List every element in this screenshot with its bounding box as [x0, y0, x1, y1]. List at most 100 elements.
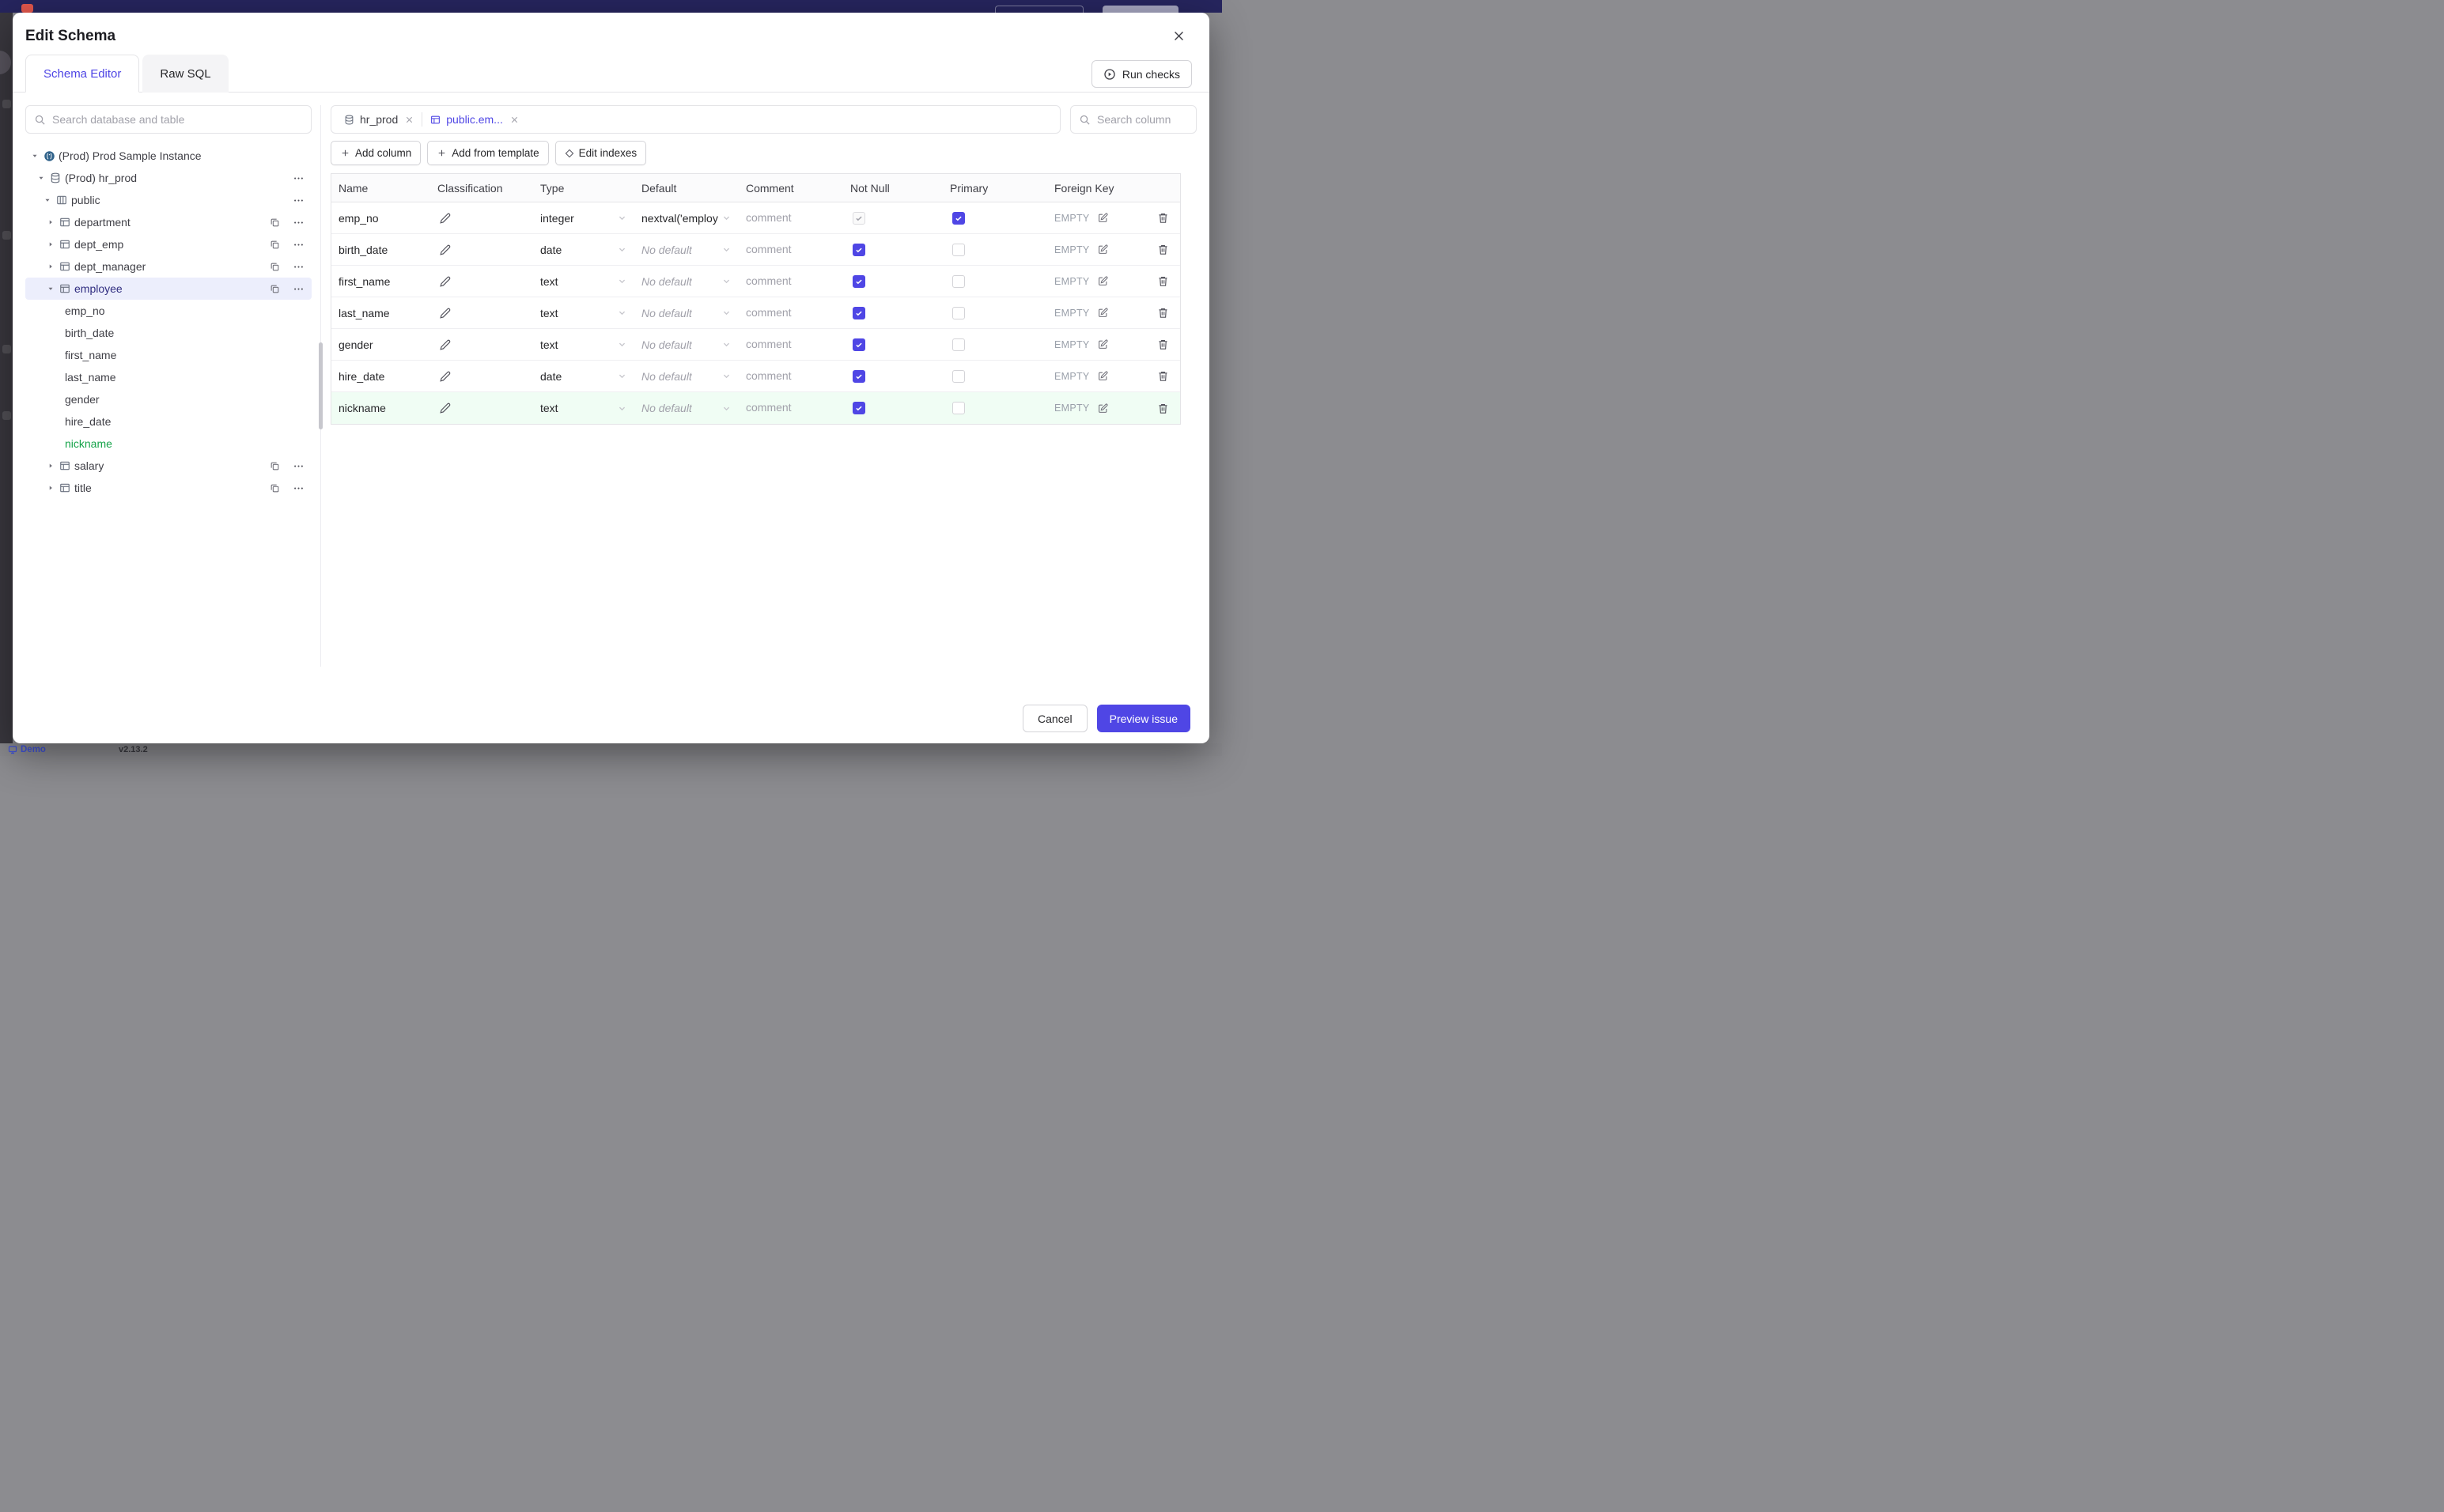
not-null-checkbox[interactable]: [853, 274, 865, 288]
comment-input[interactable]: [746, 337, 831, 350]
default-select[interactable]: No default: [634, 338, 739, 351]
chevron-right-icon[interactable]: [44, 484, 57, 492]
comment-input[interactable]: [746, 210, 831, 224]
copy-icon[interactable]: [267, 282, 282, 297]
delete-column-button[interactable]: [1155, 304, 1171, 321]
tree-item-table-salary[interactable]: salary: [25, 455, 312, 477]
edit-indexes-button[interactable]: Edit indexes: [554, 141, 647, 165]
default-select[interactable]: No default: [634, 275, 739, 288]
tree-item-table-employee[interactable]: employee: [25, 278, 312, 300]
default-select[interactable]: No default: [634, 402, 739, 414]
more-icon[interactable]: [290, 281, 307, 297]
not-null-checkbox[interactable]: [853, 211, 865, 225]
edit-foreign-key-button[interactable]: [1095, 305, 1110, 320]
delete-column-button[interactable]: [1155, 241, 1171, 258]
primary-checkbox[interactable]: [952, 243, 965, 256]
chevron-right-icon[interactable]: [44, 462, 57, 470]
more-icon[interactable]: [290, 170, 307, 187]
delete-column-button[interactable]: [1155, 210, 1171, 226]
tree-item-table-dept-emp[interactable]: dept_emp: [25, 233, 312, 255]
copy-icon[interactable]: [267, 215, 282, 230]
classification-edit-button[interactable]: [437, 274, 453, 289]
type-select[interactable]: text: [533, 275, 634, 288]
type-select[interactable]: text: [533, 307, 634, 319]
scrollbar-thumb[interactable]: [319, 342, 323, 429]
default-select[interactable]: No default: [634, 307, 739, 319]
tree-item-column-hire-date[interactable]: hire_date: [25, 410, 312, 433]
not-null-checkbox[interactable]: [853, 243, 865, 256]
tab-chip-public-employee[interactable]: public.em...: [422, 106, 527, 133]
tab-raw-sql[interactable]: Raw SQL: [142, 55, 229, 93]
tree-item-table-department[interactable]: department: [25, 211, 312, 233]
default-select[interactable]: No default: [634, 244, 739, 256]
add-from-template-button[interactable]: Add from template: [427, 141, 549, 165]
more-icon[interactable]: [290, 214, 307, 231]
chevron-down-icon[interactable]: [44, 285, 57, 293]
tree-item-database-hr-prod[interactable]: (Prod) hr_prod: [25, 167, 312, 189]
delete-column-button[interactable]: [1155, 400, 1171, 417]
close-button[interactable]: [1169, 26, 1189, 46]
copy-icon[interactable]: [267, 237, 282, 252]
cancel-button[interactable]: Cancel: [1023, 705, 1088, 732]
tree-item-column-nickname[interactable]: nickname: [25, 433, 312, 455]
tree-item-column-birth-date[interactable]: birth_date: [25, 322, 312, 344]
default-select[interactable]: No default: [634, 370, 739, 383]
classification-edit-button[interactable]: [437, 305, 453, 321]
edit-foreign-key-button[interactable]: [1095, 369, 1110, 384]
classification-edit-button[interactable]: [437, 337, 453, 353]
delete-column-button[interactable]: [1155, 273, 1171, 289]
tree-item-schema-public[interactable]: public: [25, 189, 312, 211]
more-icon[interactable]: [290, 480, 307, 497]
tree-item-column-last-name[interactable]: last_name: [25, 366, 312, 388]
preview-issue-button[interactable]: Preview issue: [1096, 705, 1190, 732]
tree-item-instance[interactable]: (Prod) Prod Sample Instance: [25, 145, 312, 167]
comment-input[interactable]: [746, 401, 831, 414]
chevron-down-icon[interactable]: [41, 196, 54, 204]
chevron-right-icon[interactable]: [44, 240, 57, 248]
classification-edit-button[interactable]: [437, 210, 453, 226]
not-null-checkbox[interactable]: [853, 402, 865, 414]
chevron-down-icon[interactable]: [35, 174, 47, 182]
delete-column-button[interactable]: [1155, 336, 1171, 353]
more-icon[interactable]: [290, 259, 307, 275]
tree-search-input[interactable]: [52, 113, 303, 126]
column-search-input[interactable]: [1097, 113, 1188, 126]
copy-icon[interactable]: [267, 481, 282, 496]
classification-edit-button[interactable]: [437, 400, 453, 416]
comment-input[interactable]: [746, 274, 831, 287]
delete-column-button[interactable]: [1155, 368, 1171, 384]
close-icon[interactable]: [510, 115, 519, 124]
not-null-checkbox[interactable]: [853, 338, 865, 351]
comment-input[interactable]: [746, 369, 831, 382]
default-select[interactable]: nextval('employ: [634, 212, 739, 225]
primary-checkbox[interactable]: [952, 211, 965, 225]
more-icon[interactable]: [290, 192, 307, 209]
chevron-right-icon[interactable]: [44, 263, 57, 270]
not-null-checkbox[interactable]: [853, 306, 865, 319]
demo-link[interactable]: Demo: [21, 744, 46, 755]
add-column-button[interactable]: Add column: [331, 141, 422, 165]
edit-foreign-key-button[interactable]: [1095, 242, 1110, 257]
comment-input[interactable]: [746, 242, 831, 255]
tree-item-table-dept-manager[interactable]: dept_manager: [25, 255, 312, 278]
primary-checkbox[interactable]: [952, 338, 965, 351]
close-icon[interactable]: [405, 115, 414, 124]
edit-foreign-key-button[interactable]: [1095, 210, 1110, 225]
primary-checkbox[interactable]: [952, 274, 965, 288]
type-select[interactable]: date: [533, 370, 634, 383]
copy-icon[interactable]: [267, 459, 282, 474]
more-icon[interactable]: [290, 458, 307, 474]
tree-item-column-emp-no[interactable]: emp_no: [25, 300, 312, 322]
classification-edit-button[interactable]: [437, 369, 453, 384]
tree-item-table-title[interactable]: title: [25, 477, 312, 499]
primary-checkbox[interactable]: [952, 306, 965, 319]
chevron-down-icon[interactable]: [28, 152, 41, 160]
tree-item-column-first-name[interactable]: first_name: [25, 344, 312, 366]
edit-foreign-key-button[interactable]: [1095, 337, 1110, 352]
classification-edit-button[interactable]: [437, 242, 453, 258]
primary-checkbox[interactable]: [952, 369, 965, 383]
primary-checkbox[interactable]: [952, 402, 965, 414]
type-select[interactable]: integer: [533, 212, 634, 225]
edit-foreign-key-button[interactable]: [1095, 274, 1110, 289]
more-icon[interactable]: [290, 236, 307, 253]
